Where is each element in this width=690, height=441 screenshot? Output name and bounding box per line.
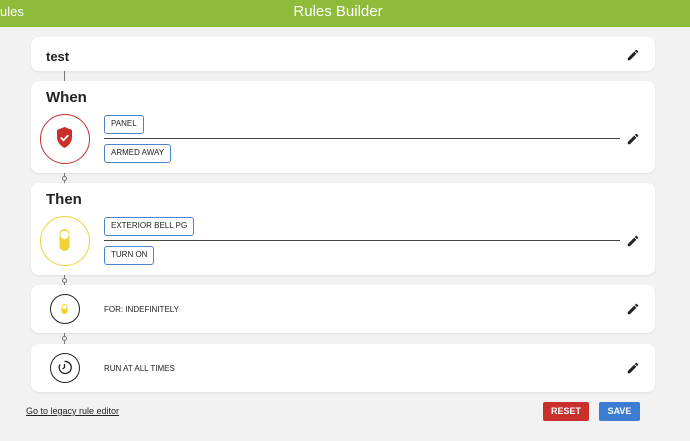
clock-icon	[58, 360, 72, 375]
trigger-state-chip[interactable]: ARMED AWAY	[104, 144, 172, 163]
duration-text: FOR: INDEFINITELY	[104, 305, 179, 314]
save-button[interactable]: SAVE	[599, 402, 640, 421]
timer-icon	[61, 304, 68, 314]
edit-name-icon[interactable]	[626, 48, 640, 62]
connector-dot	[62, 336, 67, 341]
page-title: Rules Builder	[293, 3, 383, 20]
trigger-device-chip[interactable]: PANEL	[104, 115, 144, 134]
schedule-icon-circle	[50, 353, 80, 383]
then-title: Then	[46, 191, 82, 208]
divider-line	[104, 138, 620, 139]
edit-when-icon[interactable]	[626, 132, 640, 146]
trigger-icon-circle	[40, 114, 90, 164]
duration-card: FOR: INDEFINITELY	[31, 285, 655, 333]
edit-schedule-icon[interactable]	[626, 361, 640, 375]
when-title: When	[46, 89, 87, 106]
connector-line	[64, 71, 65, 81]
edit-then-icon[interactable]	[626, 234, 640, 248]
then-card: Then EXTERIOR BELL PG TURN ON	[31, 183, 655, 275]
toggle-switch-icon	[59, 229, 70, 251]
action-chip[interactable]: TURN ON	[104, 246, 155, 265]
edit-duration-icon[interactable]	[626, 302, 640, 316]
divider-line	[104, 240, 620, 241]
connector-dot	[62, 176, 67, 181]
reset-button[interactable]: RESET	[543, 402, 589, 421]
schedule-text: RUN AT ALL TIMES	[104, 364, 175, 373]
when-card: When PANEL ARMED AWAY	[31, 81, 655, 173]
rule-name-card: test	[31, 37, 655, 71]
top-bar: ules Rules Builder	[0, 0, 690, 27]
action-device-chip[interactable]: EXTERIOR BELL PG	[104, 217, 195, 236]
action-icon-circle	[40, 216, 90, 266]
schedule-card: RUN AT ALL TIMES	[31, 344, 655, 392]
connector-dot	[62, 278, 67, 283]
duration-icon-circle	[50, 294, 80, 324]
legacy-editor-link[interactable]: Go to legacy rule editor	[26, 406, 119, 416]
rule-name: test	[46, 49, 70, 64]
shield-check-icon	[57, 127, 72, 148]
